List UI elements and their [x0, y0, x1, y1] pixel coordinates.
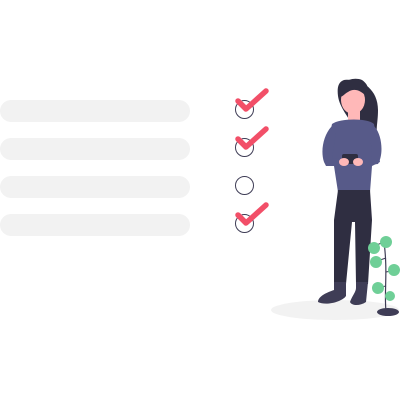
illustration-canvas — [0, 0, 400, 400]
leaf — [372, 282, 384, 294]
placeholder-text-bar — [0, 176, 190, 198]
checklist-item[interactable] — [0, 202, 290, 240]
checklist-item[interactable] — [0, 88, 290, 126]
placeholder-text-bar — [0, 138, 190, 160]
leaf — [370, 256, 382, 268]
placeholder-text-bar — [0, 100, 190, 122]
leaf — [385, 291, 395, 301]
leaf — [380, 236, 392, 248]
checklist-item[interactable] — [0, 172, 290, 202]
leaf — [368, 242, 380, 254]
placeholder-text-bar — [0, 214, 190, 236]
checklist-item[interactable] — [0, 126, 290, 164]
plant-pot — [377, 308, 399, 316]
left-hand — [339, 158, 349, 166]
checkbox-icon[interactable] — [235, 176, 254, 195]
plant-icon — [368, 236, 400, 316]
leaf — [388, 264, 400, 276]
right-hand — [353, 158, 363, 166]
